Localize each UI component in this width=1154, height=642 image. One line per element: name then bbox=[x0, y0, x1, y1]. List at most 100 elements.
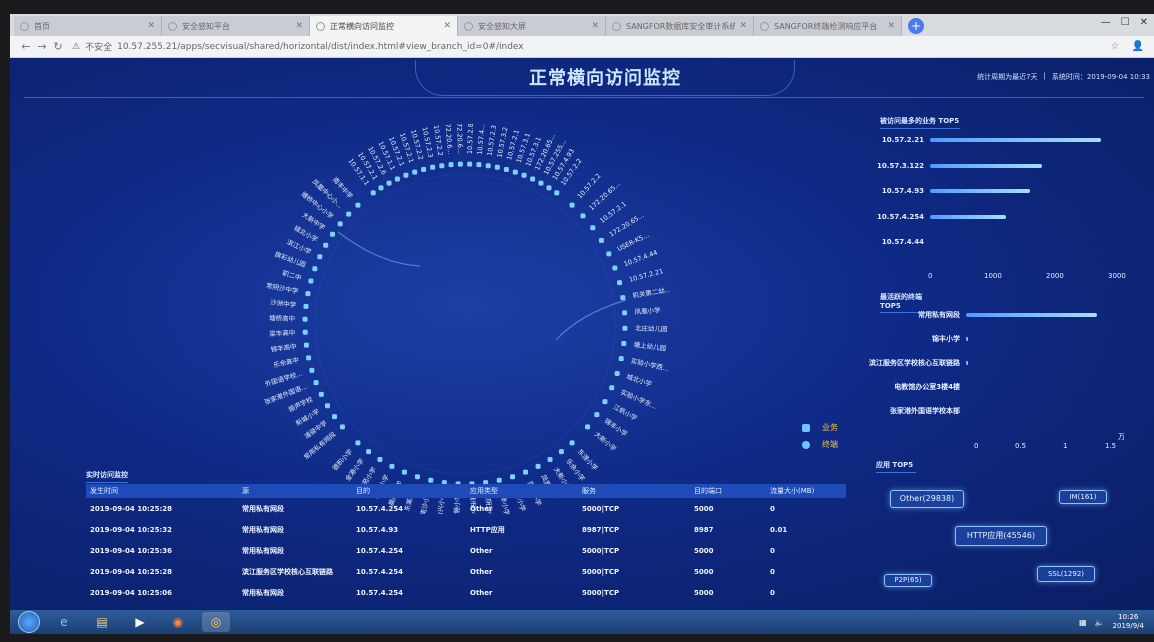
ring-node[interactable] bbox=[303, 303, 309, 309]
ring-node[interactable] bbox=[457, 161, 463, 167]
browser-tab-active[interactable]: 正常横向访问监控 ✕ bbox=[310, 16, 458, 36]
star-icon[interactable]: ☆ bbox=[1111, 41, 1120, 52]
ring-node[interactable] bbox=[302, 316, 308, 322]
table-row[interactable]: 2019-09-04 10:25:28 常用私有网段 10.57.4.254 Othe… bbox=[86, 498, 846, 519]
tray-network-icon[interactable]: ▦ bbox=[1079, 618, 1087, 627]
ring-node[interactable] bbox=[330, 231, 336, 237]
ring-node[interactable] bbox=[580, 213, 586, 219]
bar-row[interactable]: 10.57.4.44 bbox=[876, 238, 930, 246]
ring-node[interactable] bbox=[521, 172, 527, 178]
column-header[interactable]: 目的 bbox=[356, 486, 470, 496]
bar-row[interactable]: 10.57.2.21 bbox=[876, 136, 1101, 144]
ring-node[interactable] bbox=[401, 469, 407, 475]
column-header[interactable]: 发生时间 bbox=[86, 486, 242, 496]
ring-node[interactable] bbox=[303, 342, 309, 348]
bar-row[interactable]: 电教馆办公室3楼4楼 bbox=[822, 382, 966, 392]
ring-node[interactable] bbox=[414, 474, 420, 480]
table-row[interactable]: 2019-09-04 10:25:28 滨江服务区学校核心互联链路 10.57.4.… bbox=[86, 561, 846, 582]
ring-node[interactable] bbox=[370, 190, 376, 196]
ring-node[interactable] bbox=[535, 463, 541, 469]
close-window-icon[interactable]: ✕ bbox=[1140, 17, 1148, 28]
table-row[interactable]: 2019-09-04 10:25:06 常用私有网段 10.57.4.254 Othe… bbox=[86, 582, 846, 603]
ring-node[interactable] bbox=[523, 469, 529, 475]
table-row[interactable]: 2019-09-04 10:25:32 常用私有网段 10.57.4.93 HTTP应… bbox=[86, 519, 846, 540]
app-tag-http[interactable]: HTTP应用(45546) bbox=[955, 526, 1047, 546]
column-header[interactable]: 目的端口 bbox=[694, 486, 770, 496]
ring-node[interactable] bbox=[421, 166, 427, 172]
ring-node[interactable] bbox=[323, 242, 329, 248]
ring-node[interactable] bbox=[609, 385, 615, 391]
start-button[interactable] bbox=[18, 611, 40, 633]
ring-node[interactable] bbox=[606, 251, 612, 257]
chrome-icon[interactable]: ◎ bbox=[202, 612, 230, 632]
ring-node[interactable] bbox=[554, 190, 560, 196]
ring-node[interactable] bbox=[614, 370, 620, 376]
ring-node[interactable] bbox=[337, 221, 343, 227]
browser-tab[interactable]: 安全感知大屏 ✕ bbox=[458, 16, 606, 36]
browser-tab[interactable]: 首页 ✕ bbox=[14, 16, 162, 36]
ring-node[interactable] bbox=[538, 180, 544, 186]
ring-node[interactable] bbox=[546, 185, 552, 191]
close-icon[interactable]: ✕ bbox=[295, 21, 303, 31]
browser-tab[interactable]: 安全感知平台 ✕ bbox=[162, 16, 310, 36]
bar-row[interactable]: 10.57.4.93 bbox=[876, 187, 1031, 195]
ring-node[interactable] bbox=[621, 340, 627, 346]
ring-node[interactable] bbox=[467, 161, 473, 167]
ring-node[interactable] bbox=[313, 380, 319, 386]
maximize-icon[interactable]: ☐ bbox=[1121, 17, 1130, 28]
ring-node[interactable] bbox=[346, 211, 352, 217]
ring-node[interactable] bbox=[339, 424, 345, 430]
bar-row[interactable]: 滨江服务区学校核心互联链路 bbox=[822, 358, 968, 368]
bar-row[interactable]: 常用私有网段 bbox=[822, 310, 1097, 320]
new-tab-button[interactable]: + bbox=[908, 18, 924, 34]
column-header[interactable]: 源 bbox=[242, 486, 356, 496]
forward-icon[interactable]: → bbox=[34, 40, 50, 53]
ring-node[interactable] bbox=[366, 449, 372, 455]
column-header[interactable]: 服务 bbox=[582, 486, 694, 496]
ring-node[interactable] bbox=[622, 325, 628, 331]
ring-node[interactable] bbox=[485, 163, 491, 169]
ring-node[interactable] bbox=[317, 254, 323, 260]
browser-tab[interactable]: SANGFOR终端检测响应平台 ✕ bbox=[754, 16, 902, 36]
ring-node[interactable] bbox=[355, 440, 361, 446]
account-icon[interactable]: 👤 bbox=[1132, 41, 1144, 52]
ring-node[interactable] bbox=[598, 237, 604, 243]
close-icon[interactable]: ✕ bbox=[443, 21, 451, 31]
ring-node[interactable] bbox=[530, 176, 536, 182]
folder-icon[interactable]: ▤ bbox=[88, 612, 116, 632]
ring-node[interactable] bbox=[569, 440, 575, 446]
ring-node[interactable] bbox=[355, 202, 361, 208]
ring-node[interactable] bbox=[476, 162, 482, 168]
app-tag-p2p[interactable]: P2P(65) bbox=[884, 574, 932, 587]
close-icon[interactable]: ✕ bbox=[591, 21, 599, 31]
bar-row[interactable]: 张家港外国语学校本部 bbox=[822, 406, 966, 416]
ring-node[interactable] bbox=[394, 176, 400, 182]
ring-node[interactable] bbox=[324, 403, 330, 409]
ring-node[interactable] bbox=[612, 265, 618, 271]
ring-node[interactable] bbox=[309, 367, 315, 373]
ring-node[interactable] bbox=[403, 172, 409, 178]
ring-node[interactable] bbox=[430, 164, 436, 170]
ring-node[interactable] bbox=[306, 355, 312, 361]
column-header[interactable]: 流量大小(MB) bbox=[770, 486, 846, 496]
ring-node[interactable] bbox=[617, 280, 623, 286]
ring-node[interactable] bbox=[510, 474, 516, 480]
ring-node[interactable] bbox=[305, 291, 311, 297]
reload-icon[interactable]: ↻ bbox=[50, 40, 66, 53]
ring-node[interactable] bbox=[620, 295, 626, 301]
legend-business[interactable]: 业务 bbox=[802, 422, 838, 433]
url-field[interactable]: ⚠ 不安全 10.57.255.21/apps/secvisual/shared… bbox=[72, 40, 524, 54]
ie-icon[interactable]: e bbox=[50, 612, 78, 632]
ring-node[interactable] bbox=[428, 477, 434, 483]
ring-node[interactable] bbox=[308, 278, 314, 284]
app-tag-other[interactable]: Other(29838) bbox=[890, 490, 964, 508]
ring-node[interactable] bbox=[496, 477, 502, 483]
ring-node[interactable] bbox=[318, 391, 324, 397]
ring-node[interactable] bbox=[622, 310, 628, 316]
table-row[interactable]: 2019-09-04 10:25:36 常用私有网段 10.57.4.254 Othe… bbox=[86, 540, 846, 561]
ring-node[interactable] bbox=[494, 164, 500, 170]
bar-row[interactable]: 锦丰小学 bbox=[822, 334, 968, 344]
minimize-icon[interactable]: — bbox=[1101, 17, 1111, 28]
ring-node[interactable] bbox=[332, 414, 338, 420]
ring-node[interactable] bbox=[618, 356, 624, 362]
